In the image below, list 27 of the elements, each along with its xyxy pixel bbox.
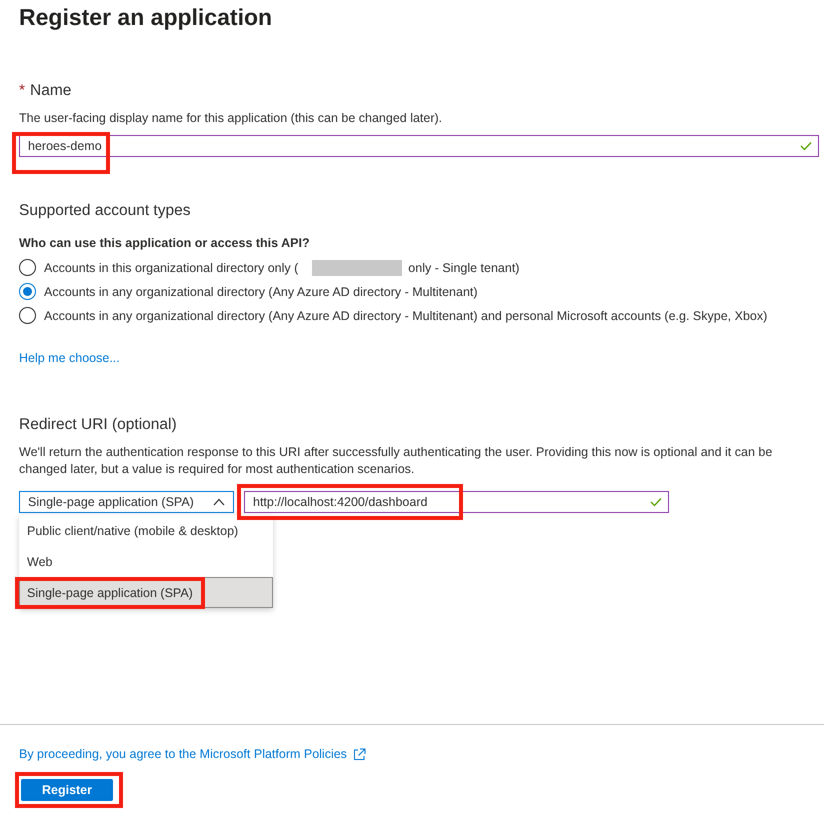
dropdown-option[interactable]: Public client/native (mobile & desktop) <box>19 515 273 546</box>
radio-label[interactable]: Accounts in any organizational directory (Any Azure AD directory - Multitenant) and personal Microsoft accounts (e.g. Skype, Xbox) <box>44 308 768 322</box>
help-link[interactable]: Help me choose... <box>19 351 120 365</box>
radio-button[interactable] <box>19 283 36 300</box>
checkmark-icon <box>650 497 662 507</box>
page-title: Register an application <box>19 3 274 31</box>
radio-button[interactable] <box>19 307 36 324</box>
question-label: Who can use this application or access this API? <box>19 236 311 250</box>
external-link-icon <box>352 748 366 760</box>
highlight-frame: Single-page application (SPA) <box>15 576 205 608</box>
platform-dropdown[interactable]: Single-page application (SPA) <box>19 491 234 513</box>
field-label: Name <box>30 81 72 101</box>
radio-button[interactable] <box>19 259 36 276</box>
radio-label[interactable]: only - Single tenant) <box>408 260 520 274</box>
radio-label[interactable]: Accounts in this organizational directory only ( <box>44 260 298 274</box>
section-heading: Redirect URI (optional) <box>19 415 178 435</box>
redirect-uri-field[interactable]: http://localhost:4200/dashboard <box>244 491 669 513</box>
policy-link[interactable]: By proceeding, you agree to the Microsoft Platform Policies <box>19 747 366 761</box>
dropdown-option[interactable]: Web <box>19 546 273 577</box>
name-field[interactable]: heroes-demo <box>19 135 819 157</box>
radio-label[interactable]: Accounts in any organizational directory (Any Azure AD directory - Multitenant) <box>44 284 478 298</box>
required-asterisk: * <box>19 81 26 101</box>
checkmark-icon <box>800 141 812 151</box>
section-description: We'll return the authentication response to this URI after successfully authenticating the user. Providing this now is optional and it can be changed later, but a value is required for most authentication scenarios. <box>19 444 774 478</box>
section-heading: Supported account types <box>19 201 192 221</box>
field-description: The user-facing display name for this application (this can be changed later). <box>19 110 444 127</box>
register-button[interactable]: Register <box>21 779 113 801</box>
